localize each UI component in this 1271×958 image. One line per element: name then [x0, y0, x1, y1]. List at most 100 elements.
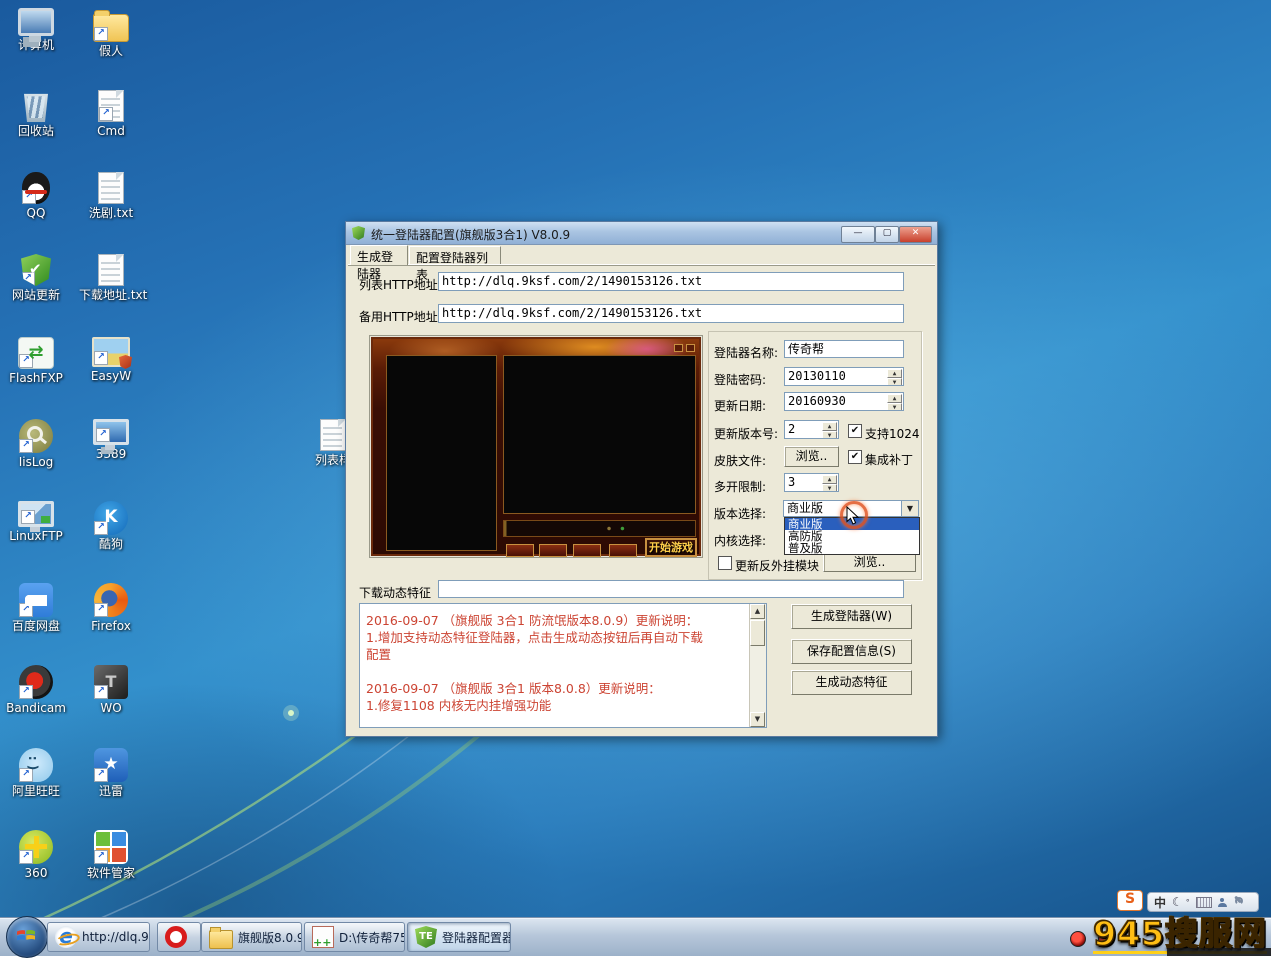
- punctuation-icon[interactable]: °: [1186, 898, 1190, 907]
- launcher-name-input[interactable]: 传奇帮: [784, 340, 904, 358]
- shortcut-arrow-icon: ↗: [21, 272, 35, 286]
- desktop-icon-linuxftp[interactable]: ↗LinuxFTP: [4, 501, 68, 543]
- anti-hack-label: 更新反外挂模块: [735, 557, 819, 574]
- anti-hack-checkbox[interactable]: [718, 556, 732, 570]
- desktop-icon-flashfxp[interactable]: ↗FlashFXP: [4, 337, 68, 385]
- app-shield-icon: [352, 226, 365, 240]
- minimize-button[interactable]: —: [841, 226, 875, 243]
- tab-config-launcher-list[interactable]: 配置登陆器列表: [409, 246, 501, 264]
- tab-generate-launcher[interactable]: 生成登陆器: [350, 245, 408, 265]
- backup-http-input[interactable]: http://dlq.9ksf.com/2/1490153126.txt: [438, 304, 904, 323]
- document-icon: ↗: [98, 90, 124, 122]
- preview-close-icon[interactable]: [686, 344, 695, 352]
- update-date-spinner[interactable]: ▲▼: [887, 394, 902, 409]
- scrollbar-thumb[interactable]: [750, 620, 765, 646]
- save-config-button[interactable]: 保存配置信息(S): [791, 639, 912, 664]
- preview-button-2[interactable]: [539, 544, 567, 557]
- patch-checkbox[interactable]: ✔: [848, 450, 862, 464]
- start-game-button[interactable]: 开始游戏: [645, 538, 697, 557]
- multi-limit-spinner[interactable]: ▲▼: [822, 475, 837, 490]
- changelog-scrollbar[interactable]: ▲ ▼: [749, 604, 766, 727]
- shortcut-arrow-icon: ↗: [94, 768, 108, 782]
- desktop-icon-computer[interactable]: 计算机: [4, 8, 68, 52]
- taskbar-item-opera[interactable]: [157, 922, 201, 952]
- monitor-icon: ↗: [93, 419, 129, 445]
- desktop-icon-download-addr-txt[interactable]: 下载地址.txt: [79, 254, 143, 302]
- desktop-icon-kugou[interactable]: ↗酷狗: [79, 501, 143, 551]
- module-browse-button[interactable]: 浏览..: [823, 552, 916, 572]
- qq-penguin-icon: ↗: [22, 172, 50, 204]
- desktop: 计算机 ↗假人 回收站 ↗Cmd ↗QQ 洗剧.txt ↗网站更新 下载地址.t…: [0, 0, 1271, 956]
- generate-dynamic-button[interactable]: 生成动态特征: [791, 670, 912, 695]
- taskbar-item-folder[interactable]: 旗舰版8.0.9: [201, 922, 302, 952]
- generate-launcher-button[interactable]: 生成登陆器(W): [791, 604, 912, 629]
- keyboard-icon[interactable]: [1196, 897, 1212, 908]
- desktop-icon-iislog[interactable]: ↗IisLog: [4, 419, 68, 469]
- preview-button-3[interactable]: [573, 544, 601, 557]
- combobox-arrow-icon[interactable]: ▼: [901, 501, 918, 516]
- scroll-down-icon[interactable]: ▼: [750, 712, 765, 727]
- desktop-icon-xiju-txt[interactable]: 洗剧.txt: [79, 172, 143, 220]
- sogou-input-icon[interactable]: S: [1117, 890, 1143, 911]
- moon-icon[interactable]: ☾: [1172, 895, 1183, 909]
- taskbar: e http://dlq.9... 旗舰版8.0.9 D:\传奇帮75... T…: [0, 917, 1271, 956]
- desktop-icon-dummy-folder[interactable]: ↗假人: [79, 8, 143, 58]
- taskbar-item-ie[interactable]: e http://dlq.9...: [47, 922, 150, 952]
- ime-lang-indicator[interactable]: 中: [1154, 894, 1166, 911]
- desktop-icon-baidu-netdisk[interactable]: ↗百度网盘: [4, 583, 68, 633]
- password-input[interactable]: 20130110 ▲▼: [784, 367, 904, 386]
- preview-list-pane: [386, 355, 497, 551]
- version-no-input[interactable]: 2 ▲▼: [784, 420, 839, 439]
- desktop-icon-site-update[interactable]: ↗网站更新: [4, 254, 68, 302]
- desktop-icon-3389[interactable]: ↗3389: [79, 419, 143, 461]
- desktop-icon-cmd[interactable]: ↗Cmd: [79, 90, 143, 138]
- desktop-icon-360[interactable]: ↗360: [4, 830, 68, 880]
- cube-icon: ↗: [94, 665, 128, 699]
- wangwang-icon: ↗: [19, 748, 53, 782]
- flashfxp-icon: ↗: [18, 337, 54, 369]
- taskbar-item-launcher-config[interactable]: TE 登陆器配置器: [407, 922, 511, 952]
- launcher-config-window: 统一登陆器配置(旗舰版3合1) V8.0.9 — ▢ ✕ 生成登陆器 配置登陆器…: [345, 221, 938, 737]
- desktop-icon-wo[interactable]: ↗WO: [79, 665, 143, 715]
- cloud-icon: ↗: [19, 583, 53, 617]
- list-http-input[interactable]: http://dlq.9ksf.com/2/1490153126.txt: [438, 272, 904, 291]
- title-bar[interactable]: 统一登陆器配置(旗舰版3合1) V8.0.9 — ▢ ✕: [346, 222, 937, 245]
- preview-artwork: 开始游戏: [371, 337, 701, 556]
- desktop-icon-easyw[interactable]: ↗EasyW: [79, 337, 143, 383]
- version-no-spinner[interactable]: ▲▼: [822, 422, 837, 437]
- desktop-icon-aliwangwang[interactable]: ↗阿里旺旺: [4, 748, 68, 798]
- close-button[interactable]: ✕: [899, 226, 932, 243]
- desktop-icon-software-manager[interactable]: ↗软件管家: [79, 830, 143, 880]
- record-icon: ↗: [19, 665, 53, 699]
- desktop-icon-xunlei[interactable]: ↗迅雷: [79, 748, 143, 798]
- desktop-icon-firefox[interactable]: ↗Firefox: [79, 583, 143, 633]
- maximize-button[interactable]: ▢: [875, 226, 899, 243]
- update-date-label: 更新日期:: [714, 397, 766, 414]
- desktop-icon-bandicam[interactable]: ↗Bandicam: [4, 665, 68, 715]
- support-1024-checkbox[interactable]: ✔: [848, 424, 862, 438]
- dropdown-option-basic[interactable]: 普及版: [785, 542, 919, 554]
- shortcut-arrow-icon: ↗: [19, 768, 33, 782]
- update-date-input[interactable]: 20160930 ▲▼: [784, 392, 904, 411]
- dynamic-feature-input[interactable]: [438, 580, 904, 598]
- monitor-icon: ↗: [18, 501, 54, 527]
- desktop-icon-recycle-bin[interactable]: 回收站: [4, 90, 68, 138]
- shortcut-arrow-icon: ↗: [19, 439, 33, 453]
- scroll-up-icon[interactable]: ▲: [750, 604, 765, 619]
- multi-limit-input[interactable]: 3 ▲▼: [784, 473, 839, 492]
- multi-limit-label: 多开限制:: [714, 478, 766, 495]
- password-label: 登陆密码:: [714, 371, 766, 388]
- tab-separator: [348, 264, 935, 265]
- preview-button-4[interactable]: [609, 544, 637, 557]
- skin-browse-button[interactable]: 浏览..: [784, 446, 839, 467]
- person-icon[interactable]: [1218, 898, 1227, 907]
- preview-minimize-icon[interactable]: [674, 344, 683, 352]
- password-spinner[interactable]: ▲▼: [887, 369, 902, 384]
- start-button[interactable]: [6, 916, 48, 958]
- desktop-icon-qq[interactable]: ↗QQ: [4, 172, 68, 220]
- preview-button-1[interactable]: [506, 544, 534, 557]
- taskbar-item-notepadpp[interactable]: D:\传奇帮75...: [304, 922, 405, 952]
- tray-red-dot-icon[interactable]: [1070, 931, 1086, 947]
- recycle-bin-icon: [21, 90, 51, 122]
- wrench-icon[interactable]: [1233, 897, 1243, 907]
